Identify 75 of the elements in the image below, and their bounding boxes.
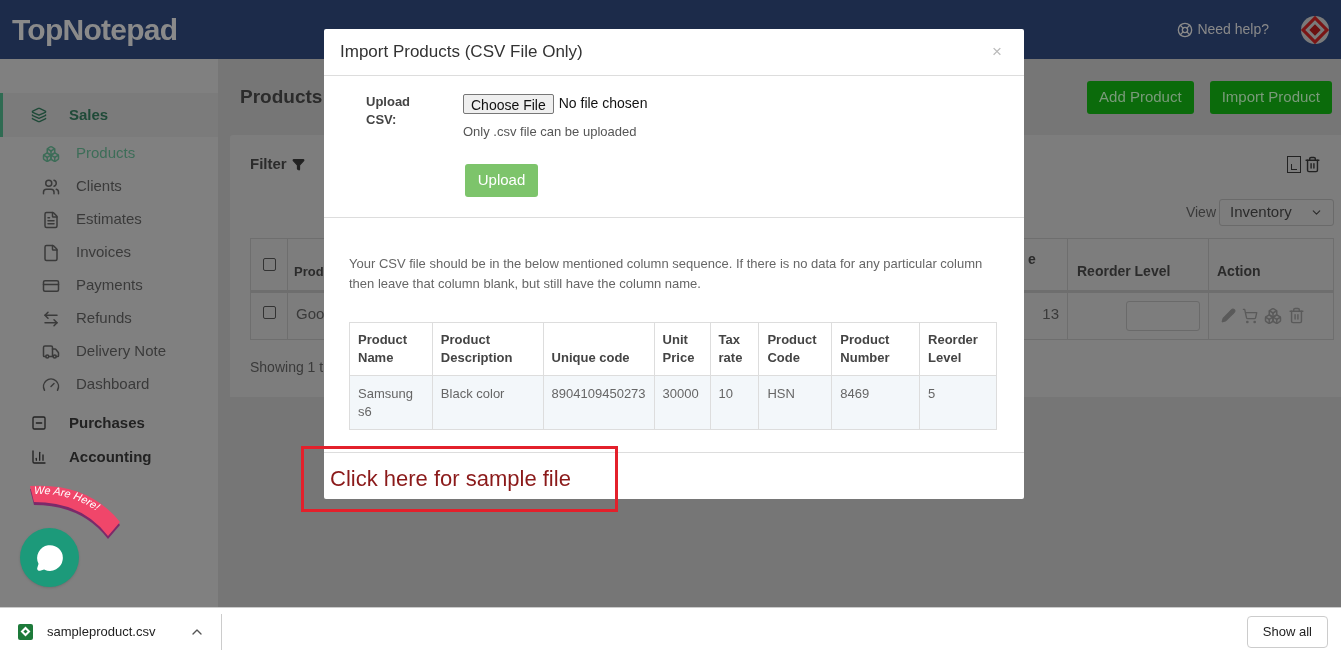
menu-icon	[42, 177, 60, 196]
table-cell: 13	[1042, 304, 1059, 322]
sample-file-link[interactable]: Click here for sample file	[330, 461, 571, 495]
help-link[interactable]: Need help?	[1197, 19, 1269, 40]
section-icon	[31, 415, 47, 431]
sidebar-item[interactable]: Dashboard	[0, 368, 218, 401]
menu-icon	[42, 243, 60, 262]
sidebar-item[interactable]: Payments	[0, 269, 218, 302]
column-header: Reorder Level	[928, 332, 978, 365]
sidebar-item[interactable]: Clients	[0, 170, 218, 203]
menu-icon	[42, 210, 60, 229]
sidebar-section[interactable]: Purchases	[0, 411, 218, 435]
table-cell: Goo	[296, 304, 325, 322]
sidebar-item[interactable]: Delivery Note	[0, 335, 218, 368]
file-name[interactable]: sampleproduct.csv	[47, 621, 156, 642]
sidebar-item[interactable]: Invoices	[0, 236, 218, 269]
table-cell: 8469	[840, 386, 870, 401]
checkbox[interactable]	[262, 257, 276, 271]
file-status: No file chosen	[558, 94, 648, 113]
column-header: Action	[1217, 261, 1261, 281]
dialog-title: Import Products (CSV File Only)	[340, 41, 583, 64]
column-header: Product Code	[767, 332, 817, 365]
help-icon	[1177, 21, 1194, 38]
column-header: e	[1028, 249, 1036, 269]
action-button[interactable]: Import Product	[1209, 80, 1332, 114]
show-all-button[interactable]: Show all	[1246, 615, 1328, 648]
table-cell: 30000	[662, 386, 699, 401]
table-cell: Black color	[440, 386, 505, 401]
table-cell: 8904109450273	[551, 386, 646, 401]
column-header: Unit Price	[662, 332, 695, 365]
column-header: Product Name	[358, 332, 408, 365]
table-cell: Samsung s6	[358, 386, 413, 419]
checkbox[interactable]	[262, 305, 276, 319]
logo[interactable]: TopNotepad	[12, 7, 178, 52]
sidebar-item[interactable]: Estimates	[0, 203, 218, 236]
delete-icon[interactable]	[1304, 155, 1321, 173]
showing-text: Showing 1 t	[250, 358, 324, 375]
section-icon	[31, 107, 47, 123]
menu-icon	[42, 144, 60, 163]
boxes-icon[interactable]	[1264, 306, 1282, 325]
choose-file-button[interactable]: Choose File	[463, 93, 554, 114]
column-header: Unique code	[551, 350, 630, 365]
spreadsheet-icon	[18, 623, 33, 640]
column-header: Product Number	[840, 332, 890, 365]
close-button[interactable]: ×	[992, 39, 1002, 65]
column-instructions: Your CSV file should be in the below mentioned column sequence. If there is no data for any particular column then leave that column blank, but still have the column name.	[349, 255, 984, 293]
sidebar-item[interactable]: Refunds	[0, 302, 218, 335]
upload-button[interactable]: Upload	[465, 163, 538, 197]
page-title: Products	[240, 84, 323, 109]
upload-hint: Only .csv file can be uploaded	[463, 123, 637, 141]
filter-label[interactable]: Filter	[250, 153, 287, 176]
column-header: Product Description	[440, 332, 513, 365]
menu-icon	[42, 309, 60, 328]
section-icon	[31, 449, 47, 465]
menu-icon	[42, 375, 60, 394]
column-header: Tax rate	[718, 332, 743, 365]
upload-label: Upload CSV:	[366, 93, 412, 129]
column-header: Prod	[294, 263, 324, 281]
delete-icon[interactable]	[1288, 307, 1305, 324]
view-select[interactable]: Inventory	[1219, 198, 1334, 226]
edit-icon[interactable]	[1221, 308, 1236, 323]
menu-icon	[42, 342, 60, 361]
filter-icon[interactable]	[291, 157, 305, 171]
column-header: Reorder Level	[1077, 261, 1171, 281]
table-cell: 10	[718, 386, 733, 401]
cart-icon[interactable]	[1242, 307, 1258, 324]
avatar-icon[interactable]	[1301, 15, 1329, 44]
table-cell: HSN	[767, 386, 795, 401]
table-cell: 5	[928, 386, 936, 401]
view-label: View	[1185, 202, 1216, 222]
sidebar-section[interactable]: Accounting	[0, 445, 218, 469]
chat-icon	[35, 543, 64, 572]
sidebar-section[interactable]: Sales	[0, 93, 218, 137]
sidebar-item[interactable]: Products	[0, 137, 218, 170]
action-button[interactable]: Add Product	[1087, 80, 1194, 114]
